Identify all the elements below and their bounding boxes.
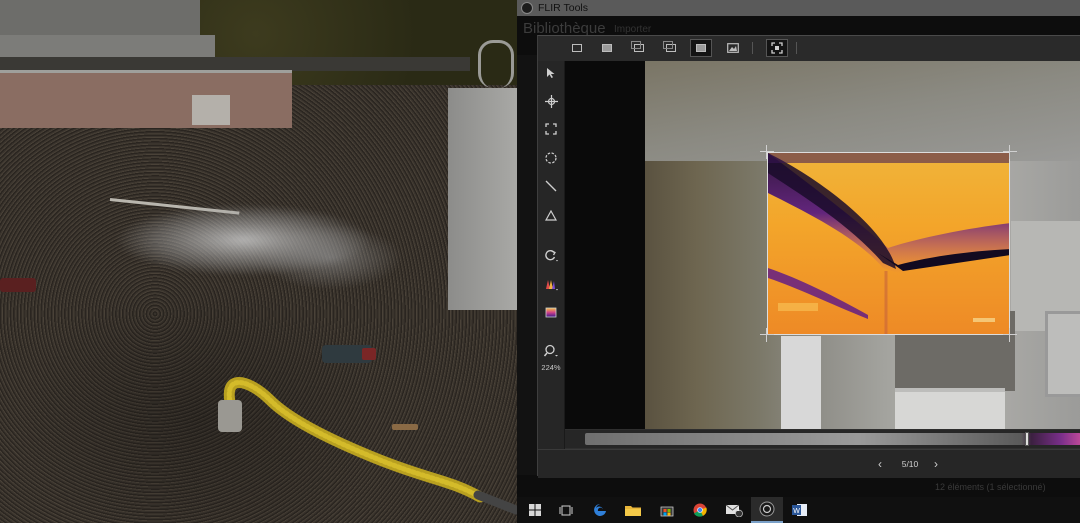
- roof-smoke-test-photo: [0, 0, 517, 523]
- window-title: FLIR Tools: [538, 2, 588, 14]
- palette-slider-handle[interactable]: [1025, 432, 1029, 446]
- overlay-icon[interactable]: [660, 39, 682, 57]
- import-label[interactable]: Importer: [614, 24, 651, 35]
- box-area-icon[interactable]: [541, 119, 561, 139]
- spot-meter-icon[interactable]: [541, 91, 561, 111]
- word-icon[interactable]: W: [784, 497, 816, 523]
- room-shelf: [895, 388, 1005, 429]
- viewer-toolbar: [538, 36, 1080, 62]
- room-door: [781, 336, 821, 429]
- palette-scale-bar: [565, 430, 1080, 448]
- color-scale-icon[interactable]: [541, 302, 561, 322]
- select-arrow-icon[interactable]: [541, 63, 561, 83]
- zoom-icon[interactable]: [541, 341, 561, 361]
- measurement-toolstrip: 224%: [538, 61, 565, 476]
- zoom-level: 224%: [541, 363, 561, 372]
- store-icon[interactable]: [651, 497, 683, 523]
- file-explorer-icon[interactable]: [617, 497, 649, 523]
- triangle-delta-icon[interactable]: [541, 205, 561, 225]
- fullscreen-icon[interactable]: [766, 39, 788, 57]
- title-bar[interactable]: FLIR Tools: [517, 0, 1080, 16]
- photo-hose-nozzle: [218, 400, 242, 432]
- chrome-icon[interactable]: [684, 497, 716, 523]
- windows-start-icon[interactable]: [519, 497, 551, 523]
- room-monitor: [1045, 311, 1080, 397]
- rotate-icon[interactable]: [541, 245, 561, 265]
- overlay-corner-handle[interactable]: [760, 328, 774, 342]
- page-indicator: 5/10: [901, 459, 919, 469]
- toolbar-separator-2: [796, 42, 797, 54]
- flir-tools-window: FLIR Tools Bibliothèque Importer 12 élém…: [517, 0, 1080, 497]
- overlay-corner-handle[interactable]: [1003, 145, 1017, 159]
- mail-badge: 1: [736, 507, 740, 513]
- image-canvas[interactable]: [565, 61, 1080, 429]
- flir-tools-icon[interactable]: [751, 497, 783, 523]
- picture-in-picture-icon[interactable]: [628, 39, 650, 57]
- mail-icon[interactable]: 1: [718, 497, 750, 523]
- windows-taskbar: 1 W: [517, 497, 1080, 523]
- fill-view-icon[interactable]: [596, 39, 618, 57]
- overlay-corner-handle[interactable]: [760, 145, 774, 159]
- edge-icon[interactable]: [584, 497, 616, 523]
- ellipse-area-icon[interactable]: [541, 148, 561, 168]
- visual-only-icon[interactable]: [722, 39, 744, 57]
- palette-slider[interactable]: [585, 432, 1080, 446]
- library-sidebar: [517, 55, 537, 475]
- thermal-overlay[interactable]: [767, 152, 1010, 335]
- previous-image-button[interactable]: ‹: [872, 456, 888, 472]
- photo-yellow-hose: [223, 377, 517, 515]
- thermal-only-icon[interactable]: [690, 39, 712, 57]
- svg-text:W: W: [793, 508, 800, 515]
- next-image-button[interactable]: ›: [928, 456, 944, 472]
- toolbar-separator: [752, 42, 753, 54]
- library-status: 12 éléments (1 sélectionné): [935, 482, 1046, 492]
- image-viewer: 224% ‹ 5/10 ›: [537, 35, 1080, 478]
- line-icon[interactable]: [541, 176, 561, 196]
- image-navigation: ‹ 5/10 ›: [538, 449, 1080, 478]
- overlay-corner-handle[interactable]: [1003, 328, 1017, 342]
- flir-logo-icon: [521, 2, 533, 14]
- palette-icon[interactable]: [541, 274, 561, 294]
- single-view-icon[interactable]: [566, 39, 588, 57]
- task-view-icon[interactable]: [550, 497, 582, 523]
